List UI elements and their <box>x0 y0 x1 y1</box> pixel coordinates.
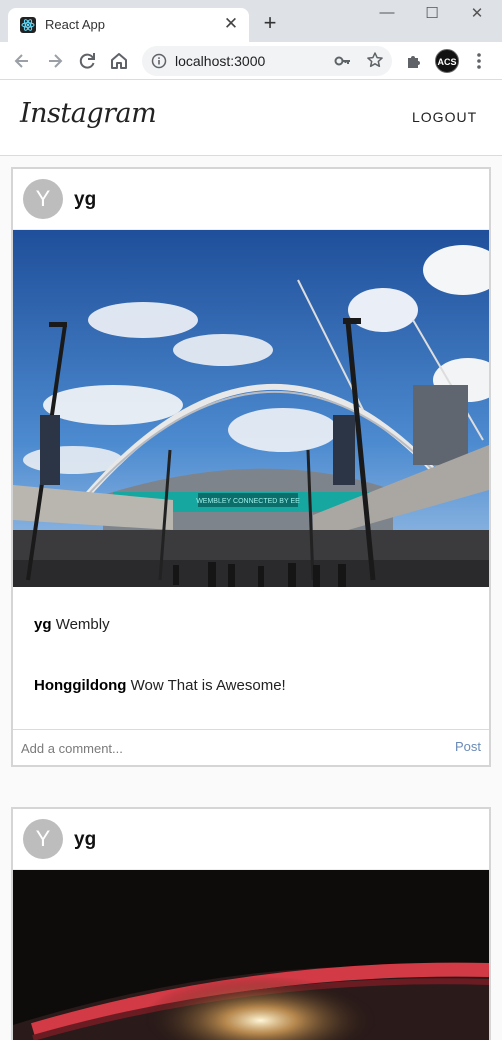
stadium-sign: WEMBLEY CONNECTED BY EE <box>196 498 300 505</box>
caption-text: Wembly <box>55 616 110 633</box>
post-username[interactable]: yg <box>74 189 96 211</box>
extensions-puzzle-icon[interactable] <box>405 52 423 70</box>
info-icon[interactable] <box>151 53 167 69</box>
comment-username[interactable]: Honggildong <box>34 677 126 694</box>
reload-icon[interactable] <box>76 50 98 72</box>
comment-bar: Post <box>13 729 489 765</box>
window-minimize-icon[interactable]: — <box>372 4 402 26</box>
comment-input[interactable] <box>21 736 441 760</box>
post-username[interactable]: yg <box>74 829 96 851</box>
url-text: localhost:3000 <box>175 53 266 69</box>
browser-toolbar: localhost:3000 ACS <box>0 42 502 80</box>
avatar[interactable]: Y <box>23 179 63 219</box>
caption-username[interactable]: yg <box>34 616 52 633</box>
bookmark-star-icon[interactable] <box>366 51 384 69</box>
post-header: Y yg <box>13 809 489 870</box>
window-close-icon[interactable]: ✕ <box>462 4 492 26</box>
window-maximize-icon[interactable]: ☐ <box>417 4 447 26</box>
browser-tab[interactable]: React App ✕ <box>8 8 249 42</box>
post-card: Y yg <box>11 167 491 767</box>
key-icon[interactable] <box>334 53 352 69</box>
instagram-logo[interactable]: Instagram <box>20 98 157 129</box>
new-tab-icon[interactable]: + <box>259 12 281 35</box>
comment-text: Wow That is Awesome! <box>130 677 286 694</box>
post-image <box>13 870 489 1040</box>
back-arrow-icon[interactable] <box>11 50 33 72</box>
address-bar[interactable]: localhost:3000 <box>142 46 392 76</box>
post-header: Y yg <box>13 169 489 230</box>
home-icon[interactable] <box>108 50 130 72</box>
tab-close-icon[interactable]: ✕ <box>221 14 241 34</box>
post-comment: Honggildong Wow That is Awesome! <box>34 677 286 694</box>
logout-button[interactable]: LOGOUT <box>400 107 489 127</box>
tab-title: React App <box>45 17 105 32</box>
post-comment-button[interactable]: Post <box>455 739 481 754</box>
avatar[interactable]: Y <box>23 819 63 859</box>
post-image: WEMBLEY CONNECTED BY EE <box>13 230 489 587</box>
browser-tab-strip: React App ✕ + — ☐ ✕ <box>0 0 502 42</box>
post-card: Y yg <box>11 807 491 1040</box>
react-favicon-icon <box>20 17 36 33</box>
post-caption: yg Wembly <box>34 616 110 633</box>
forward-arrow-icon[interactable] <box>44 50 66 72</box>
browser-menu-icon[interactable] <box>470 51 488 71</box>
app-header: Instagram LOGOUT <box>0 80 502 156</box>
profile-avatar[interactable]: ACS <box>435 49 459 73</box>
